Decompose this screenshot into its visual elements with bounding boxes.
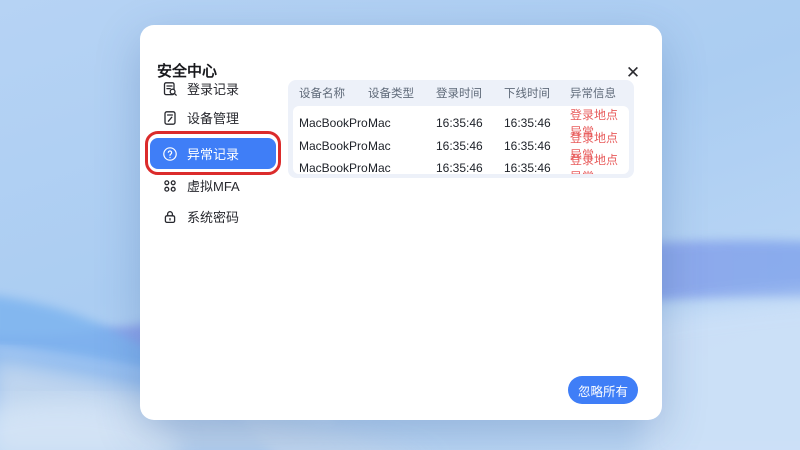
table-body: MacBookPro... Mac 16:35:46 16:35:46 登录地点… bbox=[293, 106, 629, 174]
col-device-type: 设备类型 bbox=[368, 88, 414, 100]
abnormal-records-table: 设备名称 设备类型 登录时间 下线时间 异常信息 MacBookPro... M… bbox=[288, 80, 634, 178]
sidebar-item-label: 设备管理 bbox=[187, 111, 240, 126]
cell-device-type: Mac bbox=[368, 138, 391, 153]
document-search-icon bbox=[162, 81, 178, 97]
cell-login-time: 16:35:46 bbox=[436, 116, 483, 130]
cell-login-time: 16:35:46 bbox=[436, 138, 483, 153]
document-edit-icon bbox=[162, 110, 178, 126]
sidebar-item-label: 系统密码 bbox=[187, 210, 240, 225]
col-device-name: 设备名称 bbox=[299, 88, 345, 100]
cell-device-name: MacBookPro... bbox=[299, 116, 378, 130]
cell-offline-time: 16:35:46 bbox=[504, 116, 551, 130]
cell-abnormal-info: 登录地点异常 bbox=[570, 153, 619, 174]
sidebar-item-device-management[interactable]: 设备管理 bbox=[150, 102, 276, 133]
security-center-dialog: 安全中心 ✕ 登录记录 设备管理 异常记录 虚拟MFA 系统密码 设备名称 设备… bbox=[140, 25, 662, 420]
col-offline-time: 下线时间 bbox=[504, 88, 550, 100]
sidebar-item-label: 异常记录 bbox=[187, 147, 240, 162]
cell-offline-time: 16:35:46 bbox=[504, 138, 551, 153]
col-abnormal-info: 异常信息 bbox=[570, 88, 616, 100]
cell-device-name: MacBookPro... bbox=[299, 138, 378, 153]
cell-device-type: Mac bbox=[368, 116, 391, 130]
lock-icon bbox=[162, 209, 178, 225]
cell-login-time: 16:35:46 bbox=[436, 161, 483, 174]
cell-device-type: Mac bbox=[368, 161, 391, 174]
cell-offline-time: 16:35:46 bbox=[504, 161, 551, 174]
sidebar-item-label: 登录记录 bbox=[187, 82, 240, 97]
sidebar-item-label: 虚拟MFA bbox=[187, 179, 240, 194]
cell-device-name: MacBookPro... bbox=[299, 161, 378, 174]
sidebar-item-login-records[interactable]: 登录记录 bbox=[150, 73, 276, 104]
table-row: MacBookPro... Mac 16:35:46 16:35:46 登录地点… bbox=[293, 151, 629, 174]
close-icon: ✕ bbox=[625, 62, 641, 82]
table-row: MacBookPro... Mac 16:35:46 16:35:46 登录地点… bbox=[293, 106, 629, 139]
sidebar-item-abnormal-records[interactable]: 异常记录 bbox=[150, 138, 276, 169]
dots-grid-icon bbox=[162, 178, 178, 194]
ignore-all-button[interactable]: 忽略所有 bbox=[568, 376, 638, 404]
col-login-time: 登录时间 bbox=[436, 88, 482, 100]
table-row: MacBookPro... Mac 16:35:46 16:35:46 登录地点… bbox=[293, 129, 629, 162]
sidebar-item-system-password[interactable]: 系统密码 bbox=[150, 201, 276, 232]
question-circle-icon bbox=[162, 146, 178, 162]
sidebar-item-virtual-mfa[interactable]: 虚拟MFA bbox=[150, 170, 276, 201]
sidebar: 登录记录 设备管理 异常记录 虚拟MFA 系统密码 bbox=[150, 25, 286, 420]
table-header: 设备名称 设备类型 登录时间 下线时间 异常信息 bbox=[288, 80, 634, 106]
